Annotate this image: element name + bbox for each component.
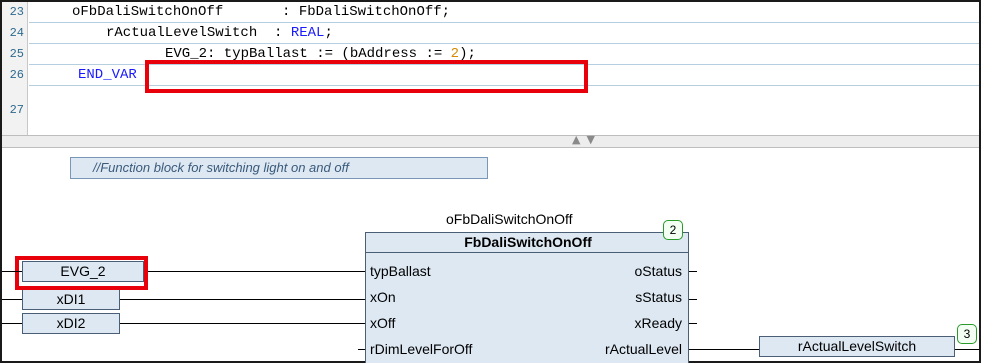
line-number: 26	[9, 68, 24, 82]
code-text[interactable]: rActualLevelSwitch : REAL;	[106, 23, 333, 43]
execution-order-badge: 3	[957, 324, 977, 344]
type-keyword: REAL	[290, 25, 325, 41]
fb-instance-name[interactable]: oFbDaliSwitchOnOff	[446, 211, 573, 227]
execution-order-badge: 2	[663, 220, 683, 240]
connection-stub	[689, 271, 697, 272]
connection-line	[148, 271, 365, 272]
line-number: 24	[9, 26, 24, 40]
code-line-24[interactable]: 24 rActualLevelSwitch : REAL;	[2, 23, 979, 43]
connection-line	[2, 271, 22, 272]
editor-window: 23 oFbDaliSwitchOnOff : FbDaliSwitchOnOf…	[0, 0, 981, 363]
connection-line	[2, 323, 22, 324]
fb-output-pin[interactable]: oStatus	[635, 263, 682, 279]
input-variable-box[interactable]: xDI2	[22, 313, 120, 334]
connection-line	[120, 323, 365, 324]
network-comment[interactable]: //Function block for switching light on …	[70, 157, 488, 179]
connection-line	[2, 299, 22, 300]
connection-stub	[689, 323, 697, 324]
var-name: rActualLevelSwitch	[106, 25, 258, 41]
fb-input-pin[interactable]: xOn	[370, 289, 396, 305]
code-text[interactable]: oFbDaliSwitchOnOff : FbDaliSwitchOnOff;	[72, 2, 450, 22]
editor-splitter[interactable]: ▲▼	[2, 133, 979, 148]
fb-input-pin[interactable]: rDimLevelForOff	[370, 341, 472, 357]
line-number: 23	[9, 5, 24, 19]
highlight-box-declaration	[145, 60, 588, 93]
line-end: ;	[324, 25, 333, 41]
connection-stub	[689, 299, 697, 300]
fb-output-pin[interactable]: sStatus	[635, 289, 682, 305]
output-variable-box[interactable]: rActualLevelSwitch	[759, 336, 955, 357]
fb-input-pin[interactable]: typBallast	[370, 263, 431, 279]
connection-line	[689, 349, 759, 350]
splitter-arrows-icon[interactable]: ▲▼	[572, 133, 601, 146]
connection-stub	[358, 349, 365, 350]
line-number: 25	[9, 47, 24, 61]
connection-line	[955, 349, 979, 350]
end-var-keyword[interactable]: END_VAR	[78, 65, 137, 85]
fb-type-name: FbDaliSwitchOnOff	[464, 234, 592, 250]
highlight-box-variable	[15, 256, 148, 290]
fb-output-pin[interactable]: rActualLevel	[605, 341, 682, 357]
fb-title-divider	[366, 252, 688, 253]
function-block[interactable]: FbDaliSwitchOnOff typBallast xOn xOff rD…	[365, 232, 689, 363]
input-variable-box[interactable]: xDI1	[22, 289, 120, 310]
fb-input-pin[interactable]: xOff	[370, 315, 395, 331]
fb-output-pin[interactable]: xReady	[635, 315, 682, 331]
connection-line	[120, 299, 365, 300]
type-separator: :	[257, 25, 291, 41]
code-line-23[interactable]: 23 oFbDaliSwitchOnOff : FbDaliSwitchOnOf…	[2, 2, 979, 22]
line-number: 27	[9, 103, 24, 117]
